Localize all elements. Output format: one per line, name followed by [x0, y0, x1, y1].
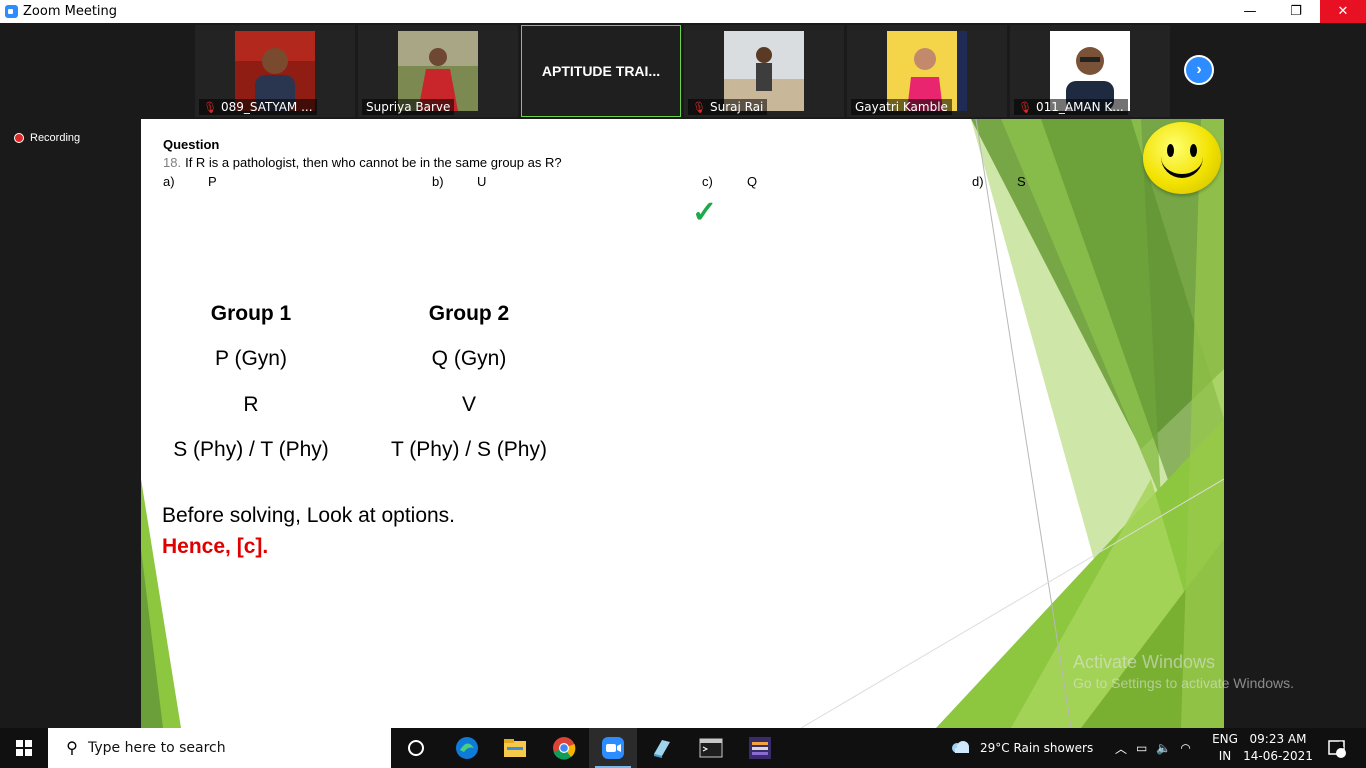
notification-center-icon[interactable]: 1 — [1322, 728, 1352, 768]
slide-green-decoration — [141, 119, 1224, 728]
search-icon: ⚲ — [66, 740, 78, 757]
chevron-up-icon[interactable]: ︿ — [1115, 740, 1127, 757]
minimize-button[interactable]: — — [1227, 0, 1273, 23]
shared-slide: Question 18. If R is a pathologist, then … — [141, 119, 1224, 728]
title-bar: Zoom Meeting — ❐ ✕ — [0, 0, 1366, 23]
weather-text: 29°C Rain showers — [980, 741, 1094, 755]
zoom-icon[interactable] — [589, 728, 637, 768]
question-text: 18. If R is a pathologist, then who canno… — [163, 155, 562, 170]
muted-mic-icon: 🎙 — [1018, 100, 1032, 114]
cortana-icon[interactable] — [392, 728, 440, 768]
search-box[interactable]: ⚲ Type here to search — [48, 728, 391, 768]
edge-icon[interactable] — [443, 728, 491, 768]
smiley-mouth — [1161, 152, 1203, 178]
chrome-icon[interactable] — [540, 728, 588, 768]
window-title: Zoom Meeting — [23, 4, 118, 19]
windows-logo-icon — [16, 740, 32, 756]
smiley-face-icon — [1143, 122, 1221, 194]
file-explorer-icon[interactable] — [491, 728, 539, 768]
activate-windows-watermark: Activate Windows Go to Settings to activ… — [1073, 652, 1294, 691]
muted-mic-icon: 🎙 — [203, 100, 217, 114]
notepad-icon[interactable] — [638, 728, 686, 768]
group1-row: P (Gyn) — [215, 347, 287, 370]
network-icon[interactable]: ◠ — [1180, 741, 1190, 755]
participant-tile[interactable]: Supriya Barve — [358, 25, 518, 117]
group2-row: T (Phy) / S (Phy) — [391, 438, 547, 461]
participant-strip: 🎙 089_SATYAM ... Supriya Barve APTITUDE T… — [0, 23, 1366, 119]
group1-title: Group 1 — [210, 302, 292, 325]
participant-tile-active[interactable]: APTITUDE TRAI... — [521, 25, 681, 117]
group1-row: S (Phy) / T (Phy) — [173, 438, 329, 461]
restore-button[interactable]: ❐ — [1273, 0, 1319, 23]
participant-tile[interactable]: Gayatri Kamble — [847, 25, 1007, 117]
option-d: d) S — [972, 174, 1026, 189]
option-a: a) P — [163, 174, 217, 189]
zoom-logo-icon — [5, 5, 18, 18]
muted-mic-icon: 🎙 — [692, 100, 706, 114]
terminal-icon[interactable] — [687, 728, 735, 768]
cloud-rain-icon — [952, 741, 969, 753]
solving-note: Before solving, Look at options. — [162, 504, 456, 527]
question-number: 18. — [163, 155, 182, 170]
option-b: b) U — [432, 174, 487, 189]
group2-row: Q (Gyn) — [431, 347, 507, 370]
weather-widget[interactable]: 29°C Rain showers — [950, 728, 1093, 768]
recording-indicator[interactable]: Recording — [14, 132, 80, 144]
taskbar: ⚲ Type here to search 29°C Rain showers … — [0, 728, 1366, 768]
participant-name: 🎙 Suraj Rai — [688, 99, 768, 115]
active-speaker-name: APTITUDE TRAI... — [541, 63, 661, 79]
participant-name: 🎙 089_SATYAM ... — [199, 99, 317, 115]
participant-name: Supriya Barve — [362, 99, 455, 115]
answer-text: Hence, [c]. — [162, 535, 269, 558]
participant-tile[interactable]: 🎙 089_SATYAM ... — [195, 25, 355, 117]
correct-checkmark-icon: ✓ — [692, 196, 718, 229]
question-heading: Question — [163, 137, 220, 152]
group2-row: V — [461, 393, 476, 416]
battery-icon[interactable]: ▭ — [1136, 741, 1147, 755]
option-c: c) Q — [702, 174, 758, 189]
clock-time: 09:23 AM — [1249, 732, 1307, 746]
recording-label: Recording — [30, 132, 81, 144]
group1-row: R — [243, 393, 259, 416]
participant-tile[interactable]: 🎙 Suraj Rai — [684, 25, 844, 117]
app-icon[interactable] — [736, 728, 784, 768]
clock[interactable]: 09:23 AM 14-06-2021 — [1243, 731, 1313, 765]
close-button[interactable]: ✕ — [1320, 0, 1366, 23]
record-icon — [14, 133, 24, 143]
group2-title: Group 2 — [428, 302, 510, 325]
participant-tile[interactable]: 🎙 011_AMAN K... — [1010, 25, 1170, 117]
next-page-chevron-icon[interactable]: › — [1184, 55, 1214, 85]
participant-name: Gayatri Kamble — [851, 99, 952, 115]
search-placeholder: Type here to search — [88, 740, 226, 756]
speaker-icon[interactable]: 🔈 — [1156, 741, 1171, 755]
start-button[interactable] — [0, 728, 48, 768]
notification-count: 1 — [1338, 741, 1345, 751]
clock-date: 14-06-2021 — [1243, 749, 1313, 763]
system-tray[interactable]: ︿ ▭ 🔈 ◠ — [1115, 728, 1191, 768]
participant-name: 🎙 011_AMAN K... — [1014, 99, 1128, 115]
language-indicator[interactable]: ENG IN — [1210, 731, 1240, 765]
